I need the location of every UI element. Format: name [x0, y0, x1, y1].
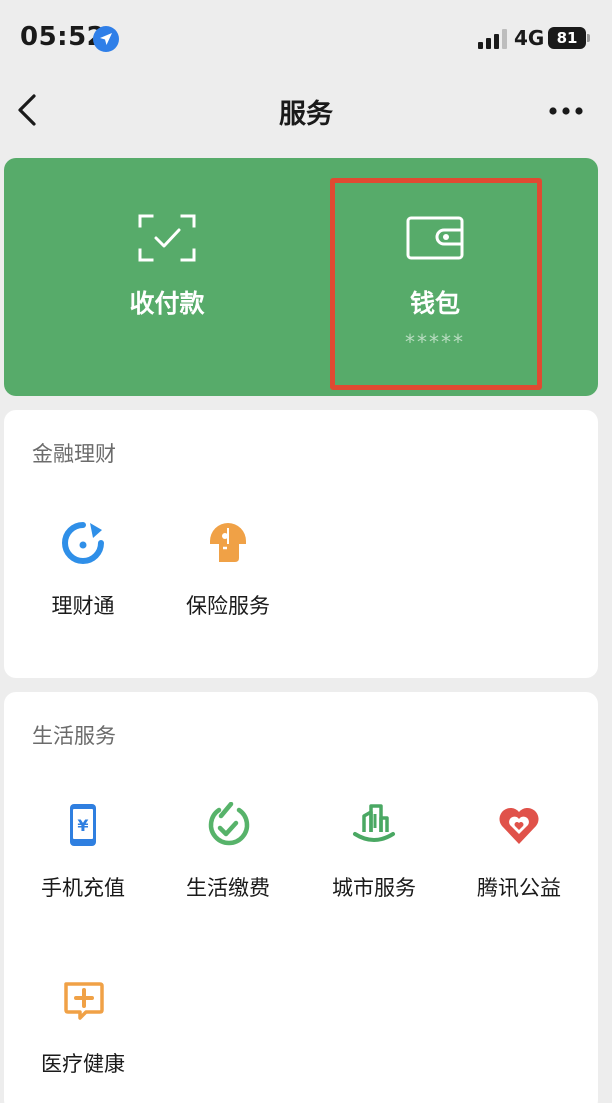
- battery-level: 81: [548, 27, 586, 49]
- location-arrow-icon: [93, 26, 119, 52]
- more-dots-icon[interactable]: [546, 96, 586, 126]
- licaitong-icon: [62, 522, 104, 564]
- insurance-label: 保险服务: [186, 594, 270, 618]
- signal-bars-icon: [478, 29, 507, 49]
- utility-payment-label: 生活缴费: [186, 876, 270, 900]
- utility-payment-button[interactable]: 生活缴费: [154, 802, 302, 922]
- life-section-title: 生活服务: [32, 724, 116, 748]
- battery-tip: [587, 34, 590, 42]
- life-services-section: 生活服务 ¥ 手机充值 生活缴费 城市服务 腾讯公益 医疗健康: [4, 692, 598, 1103]
- insurance-icon: [210, 523, 246, 562]
- utility-payment-icon: [208, 802, 250, 846]
- page-title: 服务: [279, 99, 333, 130]
- medical-health-button[interactable]: 医疗健康: [9, 978, 157, 1098]
- pay-receive-button[interactable]: 收付款: [22, 158, 312, 396]
- insurance-button[interactable]: 保险服务: [154, 520, 302, 640]
- phone-recharge-button[interactable]: ¥ 手机充值: [9, 802, 157, 922]
- finance-section-title: 金融理财: [32, 442, 116, 466]
- city-service-button[interactable]: 城市服务: [300, 802, 448, 922]
- finance-section: 金融理财 理财通 保险服务: [4, 410, 598, 678]
- nav-bar: 服务: [0, 78, 612, 142]
- network-type: 4G: [514, 26, 545, 50]
- phone-recharge-label: 手机充值: [41, 876, 125, 900]
- battery-icon: 81: [548, 27, 590, 49]
- licaitong-button[interactable]: 理财通: [9, 520, 157, 640]
- city-service-label: 城市服务: [332, 876, 416, 900]
- charity-heart-icon: [499, 807, 539, 844]
- wallet-highlight-box: [330, 178, 542, 390]
- pay-receive-label: 收付款: [129, 289, 205, 318]
- medical-health-icon: [64, 982, 104, 1020]
- tencent-charity-button[interactable]: 腾讯公益: [445, 802, 593, 922]
- scan-check-icon: [138, 214, 196, 262]
- status-bar: 05:52 4G 81: [0, 0, 612, 78]
- tencent-charity-label: 腾讯公益: [477, 876, 561, 900]
- city-service-icon: [353, 804, 395, 842]
- svg-text:¥: ¥: [77, 816, 88, 835]
- phone-recharge-icon: ¥: [70, 804, 96, 846]
- licaitong-label: 理财通: [51, 594, 115, 618]
- medical-health-label: 医疗健康: [41, 1052, 125, 1076]
